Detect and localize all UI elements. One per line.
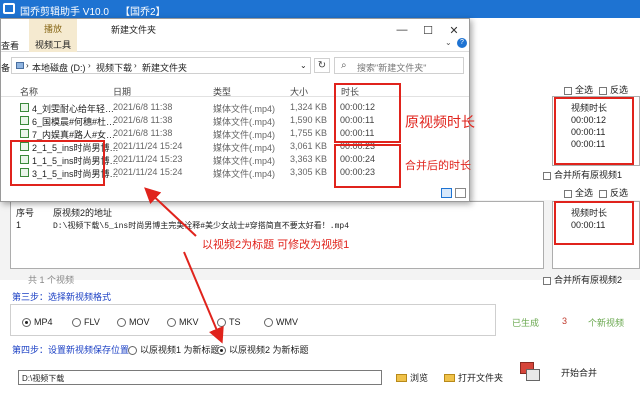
file-type: 媒体文件(.mp4): [213, 169, 276, 179]
format-ts[interactable]: TS: [217, 317, 241, 328]
step3-label: 第三步：选择新视频格式: [12, 292, 112, 302]
breadcrumb-item[interactable]: 本地磁盘 (D:): [32, 61, 86, 74]
search-placeholder: 搜索"新建文件夹": [357, 63, 427, 73]
panel1-merge-all[interactable]: 合并所有原视频1: [543, 168, 622, 181]
search-box[interactable]: ⌕ 搜索"新建文件夹": [334, 57, 464, 74]
tab-video-tools[interactable]: 视频工具: [29, 37, 77, 52]
breadcrumb-item[interactable]: 新建文件夹: [142, 61, 187, 74]
merged-duration-box: [334, 144, 401, 188]
explorer-folder-title: 新建文件夹: [111, 25, 157, 35]
open-folder-button[interactable]: 打开文件夹: [444, 371, 503, 384]
merge-icon: [520, 362, 540, 382]
drive-icon: [16, 62, 24, 69]
folder-open-icon: [444, 373, 455, 382]
file-size: 1,590 KB: [290, 115, 328, 125]
file-size: 3,061 KB: [290, 141, 328, 151]
browse-button[interactable]: 浏览: [396, 371, 428, 384]
file-size: 3,305 KB: [290, 167, 328, 177]
folder-icon: [396, 373, 407, 382]
file-date: 2021/11/24 15:24: [113, 141, 183, 151]
app-title: 国乔剪辑助手 V10.0: [20, 7, 109, 18]
file-size: 3,363 KB: [290, 154, 328, 164]
video-file-icon: [20, 116, 29, 125]
column-name[interactable]: 名称: [20, 85, 38, 98]
address-dropdown-icon[interactable]: ⌄: [300, 61, 307, 70]
generated-count: 3: [562, 316, 568, 326]
save-path-input[interactable]: D:\视频下载: [18, 370, 382, 385]
merged-duration-note: 合并后的时长: [405, 160, 471, 172]
format-mov[interactable]: MOV: [117, 317, 150, 328]
breadcrumb-chevron-icon: ›: [134, 61, 137, 70]
breadcrumb-chevron-icon: ›: [26, 61, 29, 70]
ribbon-tool-tab[interactable]: 播放: [29, 19, 77, 37]
search-icon: ⌕: [341, 60, 347, 71]
left-stub-text: 备: [1, 63, 11, 73]
panel2-duration-box: [554, 201, 634, 245]
format-mkv[interactable]: MKV: [167, 317, 199, 328]
video-file-icon: [20, 129, 29, 138]
ribbon-expand-icon[interactable]: ⌄: [445, 38, 452, 47]
step4-label: 第四步：设置新视频保存位置: [12, 345, 130, 355]
title-option-video1[interactable]: 以原视频1 为新标题: [128, 343, 220, 356]
breadcrumb-item[interactable]: 视频下载: [96, 61, 132, 74]
title-option-video2[interactable]: 以原视频2 为新标题: [217, 343, 309, 356]
save-path-value: D:\视频下载: [22, 374, 65, 383]
details-view-icon[interactable]: [441, 188, 452, 198]
video-count: 共 1 个视频: [28, 275, 75, 285]
file-date: 2021/11/24 15:23: [113, 154, 183, 164]
tiles-view-icon[interactable]: [455, 188, 466, 198]
help-icon[interactable]: ?: [457, 38, 467, 48]
format-wmv[interactable]: WMV: [264, 317, 298, 328]
panel1-duration-box: [554, 97, 634, 165]
generated-prefix: 已生成: [512, 318, 540, 328]
video2-col-index: 序号: [16, 208, 35, 218]
app-title-bar: 国乔剪辑助手 V10.0 【国乔2】: [0, 0, 640, 18]
panel2-merge-all[interactable]: 合并所有原视频2: [543, 273, 622, 286]
breadcrumb-chevron-icon: ›: [88, 61, 91, 70]
merged-files-box: [10, 140, 105, 186]
file-date: 2021/11/24 15:24: [113, 167, 183, 177]
format-mp4[interactable]: MP4: [22, 317, 53, 328]
panel2-invert[interactable]: 反选: [599, 186, 628, 199]
video-file-icon: [20, 103, 29, 112]
file-date: 2021/6/8 11:38: [113, 128, 173, 138]
title-note: 以视频2为标题 可修改为视频1: [202, 239, 350, 251]
format-flv[interactable]: FLV: [72, 317, 100, 328]
video2-list[interactable]: 序号 原视频2的地址 1 D:\视频下载\5_ins时尚男博主完美诠释#美少女战…: [10, 201, 544, 269]
file-date: 2021/6/8 11:38: [113, 102, 173, 112]
file-size: 1,324 KB: [290, 102, 328, 112]
app-logo-icon: [3, 3, 15, 14]
refresh-icon[interactable]: ↻: [314, 58, 330, 73]
original-duration-note: 原视频时长: [405, 114, 475, 130]
file-size: 1,755 KB: [290, 128, 328, 138]
panel2-select-all[interactable]: 全选: [564, 186, 593, 199]
video2-row-path: D:\视频下载\5_ins时尚男博主完美诠释#美少女战士#穿搭简直不要太好看！.…: [53, 222, 350, 231]
original-duration-box: [334, 83, 401, 143]
panel1-invert[interactable]: 反选: [599, 83, 628, 96]
video2-row-index: 1: [16, 220, 22, 230]
tab-view[interactable]: 查看: [1, 39, 19, 52]
panel1-select-all[interactable]: 全选: [564, 83, 593, 96]
video2-col-path: 原视频2的地址: [53, 208, 113, 218]
app-subtitle: 【国乔2】: [120, 7, 166, 18]
column-date[interactable]: 日期: [113, 85, 131, 98]
generated-suffix: 个新视频: [588, 318, 625, 328]
column-size[interactable]: 大小: [290, 85, 308, 98]
column-type[interactable]: 类型: [213, 85, 231, 98]
address-bar[interactable]: › 本地磁盘 (D:) › 视频下载 › 新建文件夹 ⌄: [11, 57, 311, 74]
start-merge-button[interactable]: 开始合并: [520, 362, 597, 382]
file-date: 2021/6/8 11:38: [113, 115, 173, 125]
